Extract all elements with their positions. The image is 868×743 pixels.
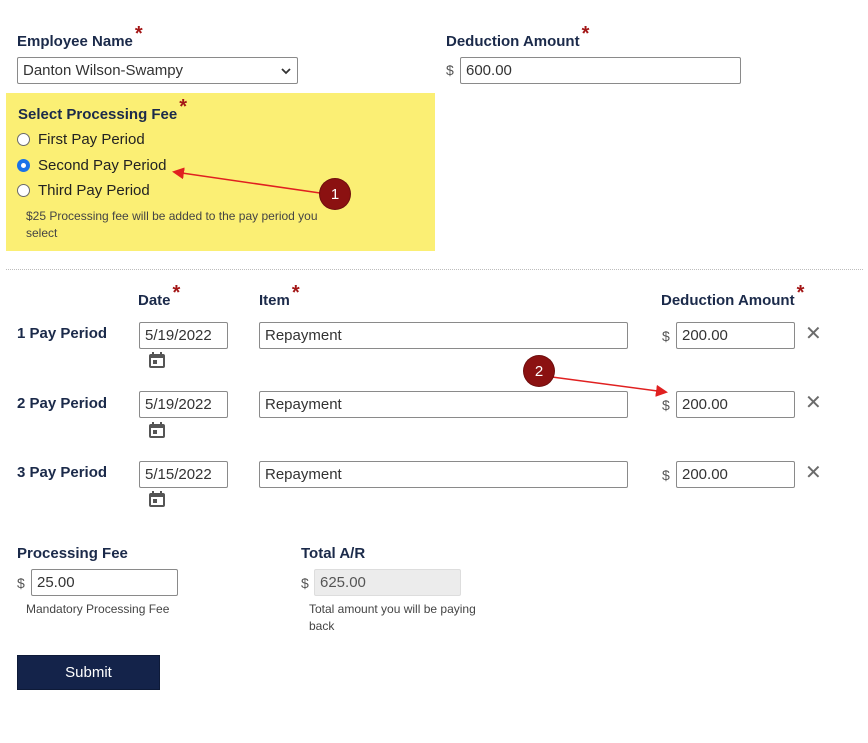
row-period-label: 3 Pay Period xyxy=(17,464,108,481)
radio-button-checked[interactable] xyxy=(17,159,30,172)
required-marker: * xyxy=(581,23,590,45)
remove-row-icon[interactable]: ✕ xyxy=(805,324,822,344)
processing-fee-help-text: Mandatory Processing Fee xyxy=(26,602,170,616)
row-period-label: 1 Pay Period xyxy=(17,325,108,342)
deduction-amount-label: Deduction Amount * xyxy=(446,23,590,50)
radio-label: Third Pay Period xyxy=(38,182,150,199)
row-period-label: 2 Pay Period xyxy=(17,395,108,412)
submit-button[interactable]: Submit xyxy=(17,655,160,690)
processing-fee-label: Processing Fee xyxy=(17,545,128,562)
employee-name-label: Employee Name * xyxy=(17,23,143,50)
currency-symbol: $ xyxy=(662,467,670,483)
currency-symbol: $ xyxy=(301,575,309,591)
employee-name-value: Danton Wilson-Swampy xyxy=(23,62,184,79)
item-input[interactable]: Repayment xyxy=(259,461,628,488)
currency-symbol: $ xyxy=(17,575,25,591)
radio-button[interactable] xyxy=(17,184,30,197)
annotation-arrow-2 xyxy=(551,376,668,397)
deduction-amount-row-input[interactable]: 200.00 xyxy=(676,322,795,349)
radio-second-pay-period[interactable]: Second Pay Period xyxy=(17,157,166,174)
annotation-badge-2: 2 xyxy=(524,356,554,386)
currency-symbol: $ xyxy=(662,397,670,413)
calendar-icon[interactable] xyxy=(147,489,167,509)
required-marker: * xyxy=(291,282,300,304)
select-processing-fee-label: Select Processing Fee * xyxy=(18,96,188,123)
item-input[interactable]: Repayment xyxy=(259,391,628,418)
deduction-amount-input[interactable]: 600.00 xyxy=(460,57,741,84)
total-ar-label: Total A/R xyxy=(301,545,366,562)
date-input[interactable]: 5/15/2022 xyxy=(139,461,228,488)
required-marker: * xyxy=(796,282,805,304)
section-divider xyxy=(6,269,863,270)
remove-row-icon[interactable]: ✕ xyxy=(805,393,822,413)
calendar-icon[interactable] xyxy=(147,350,167,370)
date-input[interactable]: 5/19/2022 xyxy=(139,391,228,418)
currency-symbol: $ xyxy=(446,62,454,78)
deduction-amount-row-input[interactable]: 200.00 xyxy=(676,391,795,418)
item-column-header: Item * xyxy=(259,282,300,309)
total-ar-help-text: Total amount you will be paying back xyxy=(309,602,476,633)
processing-fee-input[interactable]: 25.00 xyxy=(31,569,178,596)
radio-label: First Pay Period xyxy=(38,131,145,148)
radio-first-pay-period[interactable]: First Pay Period xyxy=(17,131,145,148)
remove-row-icon[interactable]: ✕ xyxy=(805,463,822,483)
deduction-amount-row-input[interactable]: 200.00 xyxy=(676,461,795,488)
processing-fee-help-text: $25 Processing fee will be added to the … xyxy=(26,209,318,240)
item-input[interactable]: Repayment xyxy=(259,322,628,349)
currency-symbol: $ xyxy=(662,328,670,344)
required-marker: * xyxy=(179,96,188,118)
employee-name-select[interactable]: Danton Wilson-Swampy xyxy=(17,57,298,84)
radio-button[interactable] xyxy=(17,133,30,146)
date-column-header: Date * xyxy=(138,282,181,309)
date-input[interactable]: 5/19/2022 xyxy=(139,322,228,349)
calendar-icon[interactable] xyxy=(147,420,167,440)
radio-label: Second Pay Period xyxy=(38,157,167,174)
annotation-badge-1: 1 xyxy=(320,179,350,209)
required-marker: * xyxy=(172,282,181,304)
radio-third-pay-period[interactable]: Third Pay Period xyxy=(17,182,150,199)
chevron-down-icon xyxy=(281,67,291,74)
total-ar-readonly-field: 625.00 xyxy=(314,569,461,596)
deduction-column-header: Deduction Amount * xyxy=(661,282,805,309)
required-marker: * xyxy=(134,23,143,45)
